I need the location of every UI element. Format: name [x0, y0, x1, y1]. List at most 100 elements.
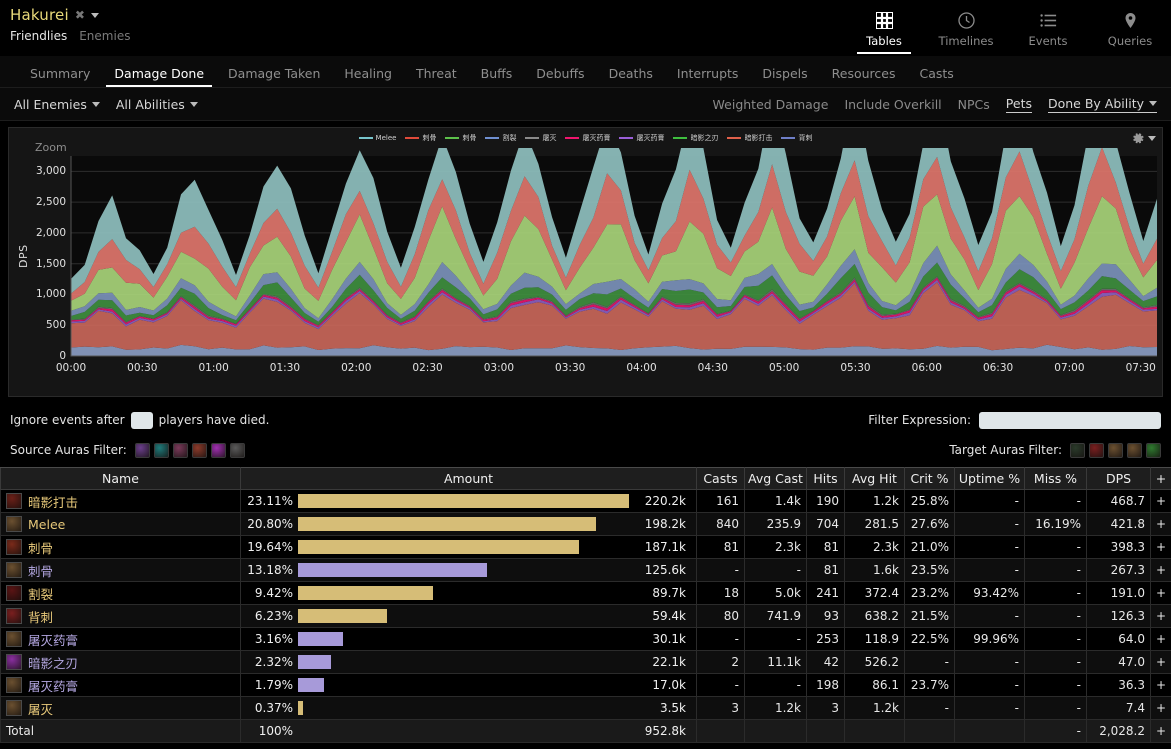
- ability-name[interactable]: 割裂: [28, 584, 53, 603]
- tab-damage-done[interactable]: Damage Done: [102, 62, 216, 87]
- aura-icon-4[interactable]: [191, 442, 207, 458]
- table-row[interactable]: 暗影打击 23.11% 220.2k 161 1.4k 190 1.2k 25.8% - -468…: [0, 489, 1171, 513]
- ability-icon[interactable]: [6, 677, 22, 693]
- chart-plot-area[interactable]: DPS 0 500 1,000 1,500 2,000 2,500 3,000 00:00 0…: [9, 86, 1164, 398]
- expand-row-button[interactable]: +: [1150, 650, 1171, 674]
- chevron-down-icon[interactable]: [189, 101, 198, 107]
- tab-healing[interactable]: Healing: [332, 62, 404, 87]
- table-row[interactable]: Melee 20.80% 198.2k 840 235.9 704 281.5 27.6% -1…: [0, 512, 1171, 536]
- nav-item-events[interactable]: Events: [1007, 0, 1089, 56]
- tab-dispels[interactable]: Dispels: [750, 62, 819, 87]
- ability-icon[interactable]: [6, 608, 22, 624]
- expand-row-button[interactable]: +: [1150, 604, 1171, 628]
- expand-row-button[interactable]: +: [1150, 581, 1171, 605]
- ability-name[interactable]: 背刺: [28, 607, 53, 626]
- tab-resources[interactable]: Resources: [820, 62, 908, 87]
- ability-icon[interactable]: [6, 493, 22, 509]
- table-row[interactable]: 背刺 6.23% 59.4k 80 741.9 93 638.2 21.5% - -126.3 +: [0, 604, 1171, 628]
- nav-item-queries[interactable]: Queries: [1089, 0, 1171, 56]
- ability-icon[interactable]: [6, 516, 22, 532]
- taura-icon-5[interactable]: [1146, 442, 1161, 458]
- subbar-right-1[interactable]: Include Overkill: [844, 97, 941, 112]
- column-header-avg-hit[interactable]: Avg Hit: [844, 467, 905, 490]
- nav-item-timelines[interactable]: Timelines: [925, 0, 1007, 56]
- table-row[interactable]: 屠灭药膏 3.16% 30.1k - -253 118.9 22.5% 99.96% -64.0…: [0, 627, 1171, 651]
- tab-damage-taken[interactable]: Damage Taken: [216, 62, 332, 87]
- tab-friendlies[interactable]: Friendlies: [10, 29, 67, 43]
- table-row[interactable]: 暗影之刃 2.32% 22.1k 2 11.1k 42 526.2- - -47.0 +: [0, 650, 1171, 674]
- ability-icon[interactable]: [6, 562, 22, 578]
- ability-name[interactable]: 屠灭药膏: [28, 630, 78, 649]
- legend-item[interactable]: 刺骨: [405, 133, 436, 143]
- column-header-dps[interactable]: DPS: [1086, 467, 1151, 490]
- ability-icon[interactable]: [6, 631, 22, 647]
- chevron-down-icon[interactable]: [1148, 136, 1156, 141]
- tab-casts[interactable]: Casts: [908, 62, 966, 87]
- taura-icon-3[interactable]: [1108, 442, 1123, 458]
- subbar-left-1[interactable]: All Abilities: [116, 97, 198, 112]
- taura-icon-1[interactable]: [1070, 442, 1085, 458]
- tab-buffs[interactable]: Buffs: [469, 62, 525, 87]
- expand-row-button[interactable]: +: [1150, 535, 1171, 559]
- legend-item[interactable]: 背刺: [781, 133, 812, 143]
- ability-icon[interactable]: [6, 539, 22, 555]
- subbar-left-0[interactable]: All Enemies: [14, 97, 100, 112]
- tab-threat[interactable]: Threat: [404, 62, 469, 87]
- table-row[interactable]: 屠灭 0.37% 3.5k 3 1.2k 3 1.2k - - -7.4 +: [0, 696, 1171, 720]
- column-header-amount[interactable]: Amount: [240, 467, 697, 490]
- legend-item[interactable]: 刺骨: [445, 133, 476, 143]
- nav-item-tables[interactable]: Tables: [843, 0, 925, 56]
- aura-icon-1[interactable]: [134, 442, 150, 458]
- aura-icon-5[interactable]: [210, 442, 226, 458]
- table-row[interactable]: 刺骨 13.18% 125.6k - -81 1.6k 23.5% - -267.3 +: [0, 558, 1171, 582]
- legend-item[interactable]: 暗影之刃: [673, 133, 718, 143]
- legend-item[interactable]: 屠灭药膏: [619, 133, 664, 143]
- column-header-casts[interactable]: Casts: [696, 467, 745, 490]
- ability-name[interactable]: 暗影之刃: [28, 653, 78, 672]
- aura-icon-3[interactable]: [172, 442, 188, 458]
- tab-summary[interactable]: Summary: [18, 62, 102, 87]
- dps-stacked-area-plot[interactable]: [9, 86, 1164, 398]
- column-header-avg-cast[interactable]: Avg Cast: [744, 467, 807, 490]
- column-header-crit[interactable]: Crit %: [904, 467, 955, 490]
- legend-item[interactable]: 割裂: [485, 133, 516, 143]
- expand-row-button[interactable]: +: [1150, 489, 1171, 513]
- column-header-miss[interactable]: Miss %: [1024, 467, 1087, 490]
- ability-name[interactable]: 暗影打击: [28, 492, 78, 511]
- chart-settings-button[interactable]: [1132, 132, 1156, 145]
- ignore-deaths-input[interactable]: [130, 411, 153, 429]
- ability-name[interactable]: 刺骨: [28, 561, 53, 580]
- table-row[interactable]: 屠灭药膏 1.79% 17.0k - -198 86.1 23.7% - -36.3 +: [0, 673, 1171, 697]
- ability-name[interactable]: 屠灭药膏: [28, 676, 78, 695]
- chevron-down-icon[interactable]: [91, 101, 100, 107]
- column-header-[interactable]: +: [1150, 467, 1171, 490]
- ability-icon[interactable]: [6, 700, 22, 716]
- report-title[interactable]: Hakurei: [10, 6, 69, 24]
- chevron-down-icon[interactable]: [1149, 100, 1157, 106]
- ability-name[interactable]: 屠灭: [28, 699, 53, 718]
- taura-icon-4[interactable]: [1127, 442, 1142, 458]
- column-header-name[interactable]: Name: [0, 467, 241, 490]
- ability-icon[interactable]: [6, 585, 22, 601]
- column-header-hits[interactable]: Hits: [806, 467, 845, 490]
- expand-row-button[interactable]: +: [1150, 696, 1171, 720]
- subbar-right-0[interactable]: Weighted Damage: [713, 97, 829, 112]
- expand-row-button[interactable]: +: [1150, 558, 1171, 582]
- legend-item[interactable]: Melee: [358, 134, 396, 142]
- legend-item[interactable]: 暗影打击: [727, 133, 772, 143]
- expand-row-button[interactable]: +: [1150, 512, 1171, 536]
- tab-debuffs[interactable]: Debuffs: [524, 62, 596, 87]
- legend-item[interactable]: 屠灭: [525, 133, 556, 143]
- tab-interrupts[interactable]: Interrupts: [665, 62, 751, 87]
- table-row[interactable]: 割裂 9.42% 89.7k 18 5.0k 241 372.4 23.2% 93.42% -19…: [0, 581, 1171, 605]
- tab-deaths[interactable]: Deaths: [597, 62, 665, 87]
- aura-icon-2[interactable]: [153, 442, 169, 458]
- subbar-right-2[interactable]: NPCs: [958, 97, 990, 112]
- ability-name[interactable]: Melee: [28, 517, 65, 532]
- tab-enemies[interactable]: Enemies: [79, 29, 130, 43]
- ability-name[interactable]: 刺骨: [28, 538, 53, 557]
- expand-row-button[interactable]: +: [1150, 673, 1171, 697]
- subbar-right-3[interactable]: Pets: [1005, 96, 1032, 113]
- filter-expression-input[interactable]: [979, 411, 1161, 429]
- total-expand-button[interactable]: +: [1150, 719, 1171, 743]
